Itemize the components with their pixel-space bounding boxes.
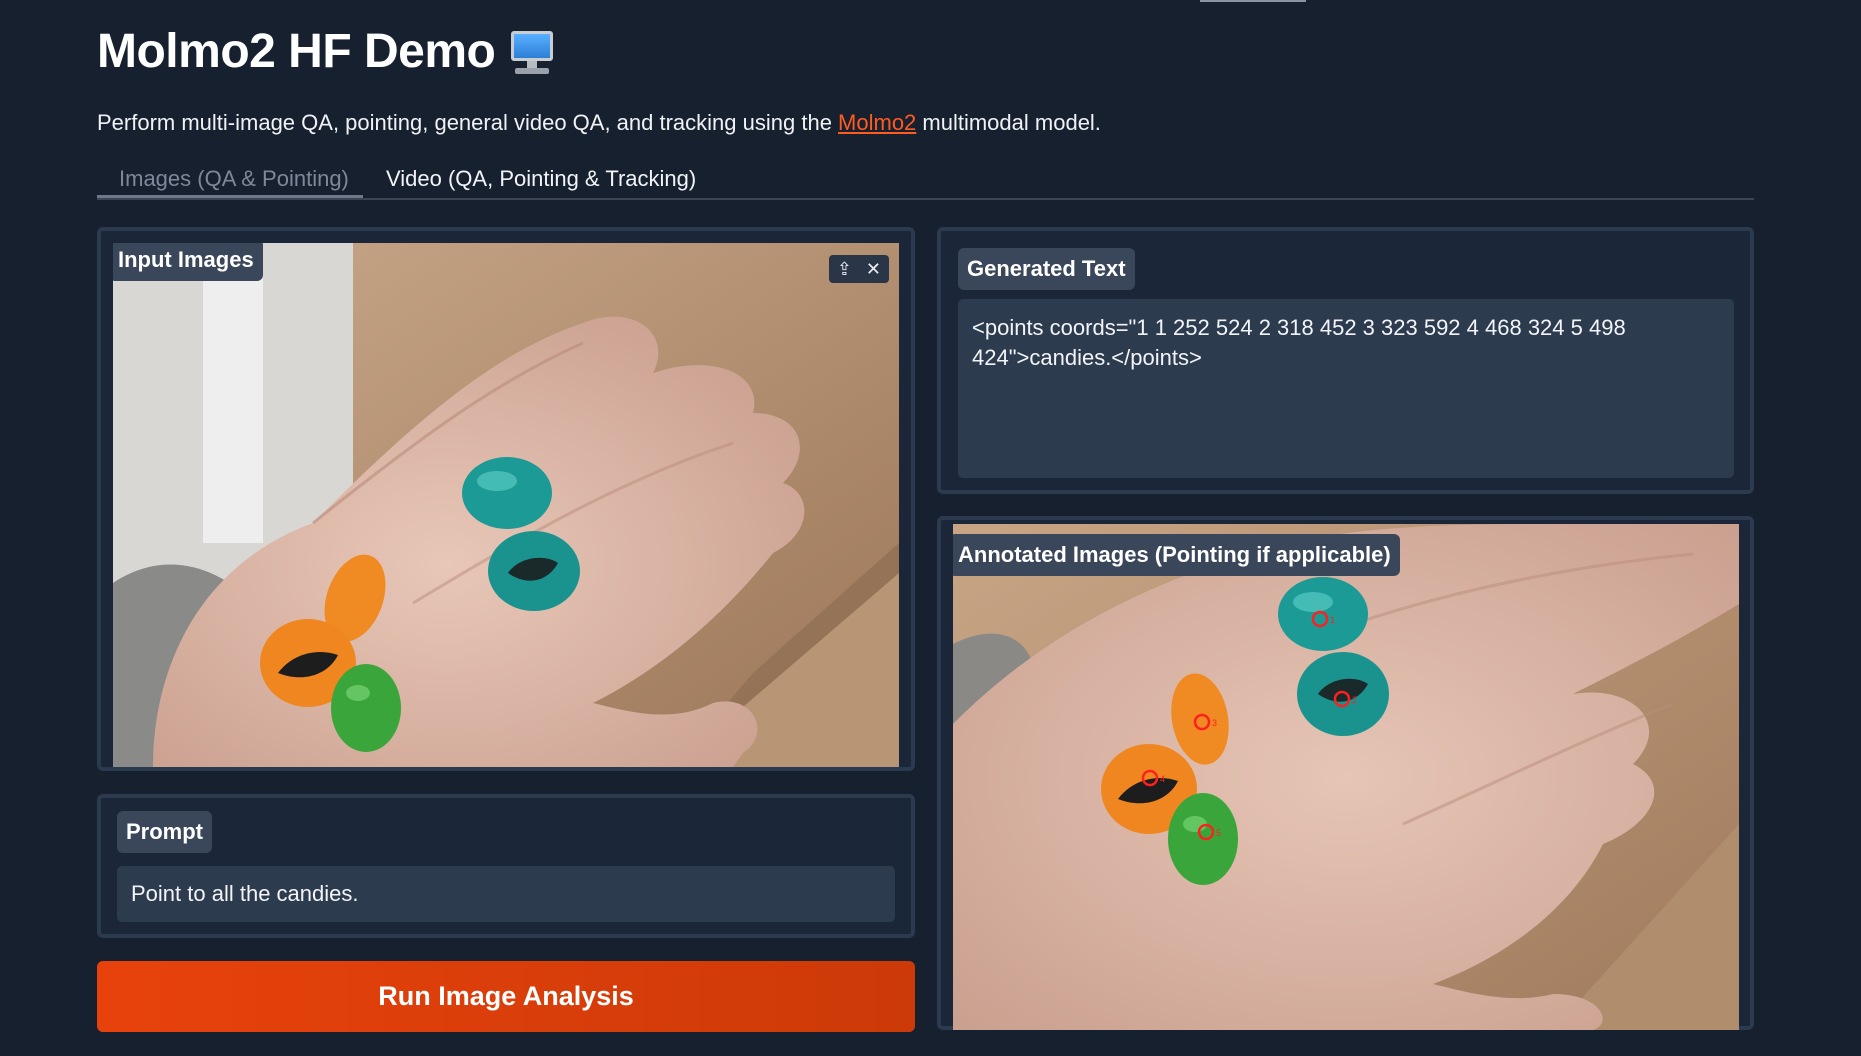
- run-image-analysis-button[interactable]: Run Image Analysis: [97, 961, 915, 1032]
- tab-bar: Images (QA & Pointing) Video (QA, Pointi…: [97, 162, 1754, 200]
- top-scroll-indicator: [1200, 0, 1306, 2]
- tab-images[interactable]: Images (QA & Pointing): [119, 166, 349, 192]
- description-text-start: Perform multi-image QA, pointing, genera…: [97, 110, 839, 135]
- app-title: Molmo2 HF Demo: [97, 25, 496, 78]
- prompt-panel: Prompt: [97, 794, 915, 938]
- svg-text:1: 1: [1330, 615, 1335, 625]
- generated-text-output[interactable]: <points coords="1 1 252 524 2 318 452 3 …: [958, 299, 1734, 478]
- molmo2-link[interactable]: Molmo2: [838, 110, 916, 135]
- desktop-computer-icon: [509, 28, 555, 76]
- tab-video[interactable]: Video (QA, Pointing & Tracking): [386, 166, 696, 192]
- generated-text-panel: Generated Text <points coords="1 1 252 5…: [937, 227, 1754, 494]
- page-title: Molmo2 HF Demo: [97, 24, 555, 79]
- svg-text:4: 4: [1160, 774, 1165, 784]
- input-images-label: Input Images: [113, 243, 263, 281]
- image-toolbar: ⇪ ✕: [828, 255, 889, 283]
- svg-text:2: 2: [1352, 695, 1357, 705]
- description-text-end: multimodal model.: [916, 110, 1101, 135]
- annotated-images-panel: 1 2 3 4 5 Annotated Images (Pointing if …: [937, 516, 1754, 1030]
- annotated-image[interactable]: 1 2 3 4 5 Annotated Images (Pointing if …: [953, 524, 1739, 1030]
- close-icon[interactable]: ✕: [866, 260, 881, 278]
- upload-icon[interactable]: ⇪: [837, 260, 852, 278]
- input-images-panel: Input Images ⇪ ✕: [97, 227, 915, 771]
- svg-text:5: 5: [1216, 828, 1221, 838]
- annotated-images-label: Annotated Images (Pointing if applicable…: [953, 534, 1400, 576]
- prompt-input[interactable]: [117, 866, 895, 922]
- svg-text:3: 3: [1212, 718, 1217, 728]
- app-description: Perform multi-image QA, pointing, genera…: [97, 110, 1101, 136]
- input-image[interactable]: Input Images ⇪ ✕: [113, 243, 899, 767]
- active-tab-indicator: [97, 195, 363, 198]
- generated-text-label: Generated Text: [958, 248, 1135, 290]
- prompt-label: Prompt: [117, 811, 212, 853]
